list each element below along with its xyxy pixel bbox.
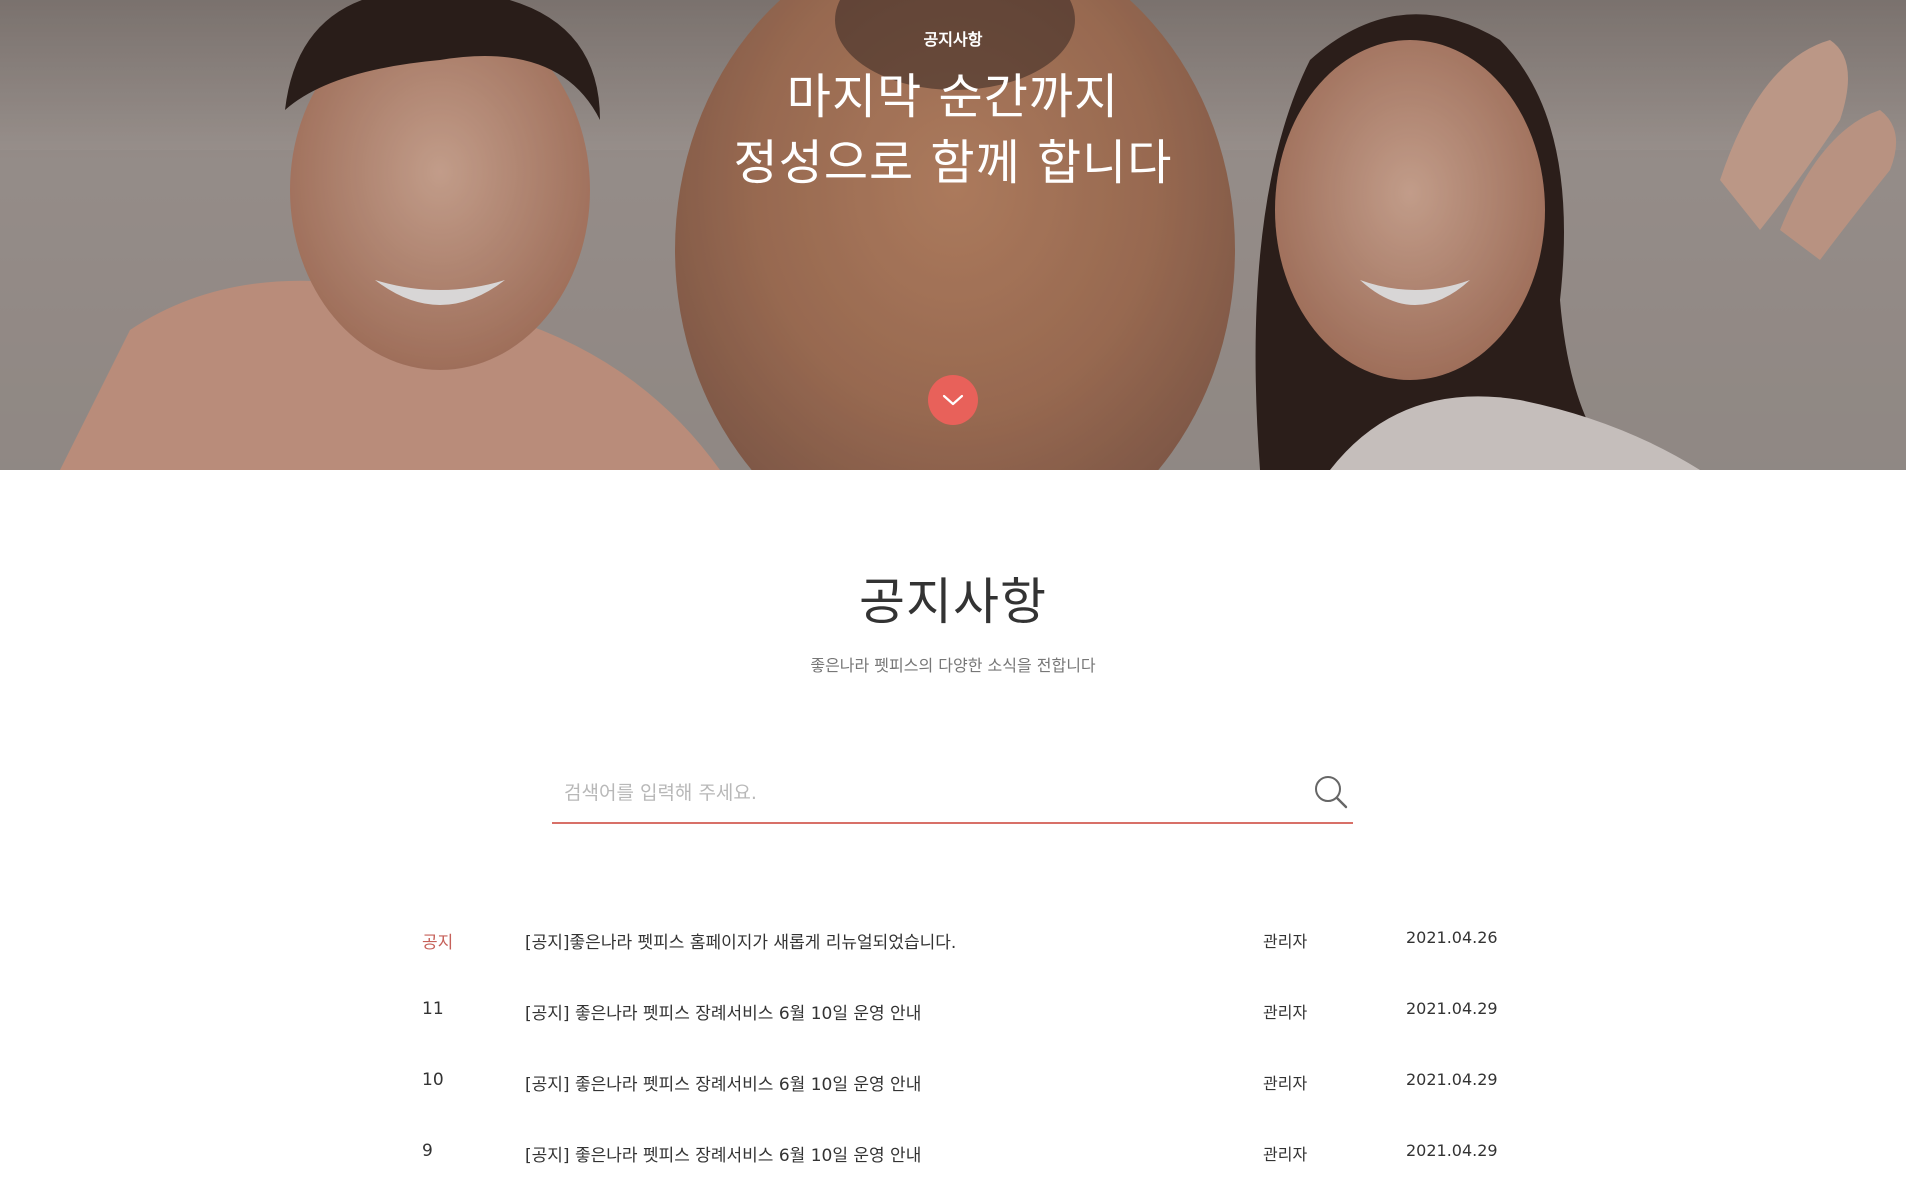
hero-eyebrow: 공지사항 xyxy=(923,30,983,49)
notice-author: 관리자 xyxy=(1263,1074,1308,1093)
notice-number: 9 xyxy=(422,1141,433,1161)
page-title: 공지사항 xyxy=(859,573,1047,631)
notice-row[interactable]: 10 [공지] 좋은나라 펫피스 장례서비스 6월 10일 운영 안내 관리자 … xyxy=(422,1046,1498,1117)
notice-author: 관리자 xyxy=(1263,1003,1308,1022)
notice-author: 관리자 xyxy=(1263,1145,1308,1164)
scroll-down-button[interactable] xyxy=(928,375,978,425)
search-input[interactable] xyxy=(552,765,1292,821)
notice-list: 공지 [공지]좋은나라 펫피스 홈페이지가 새롭게 리뉴얼되었습니다. 관리자 … xyxy=(422,904,1498,1188)
hero-title: 마지막 순간까지 정성으로 함께 합니다 xyxy=(0,64,1906,196)
notice-row[interactable]: 11 [공지] 좋은나라 펫피스 장례서비스 6월 10일 운영 안내 관리자 … xyxy=(422,975,1498,1046)
notice-date: 2021.04.29 xyxy=(1406,1141,1498,1160)
notice-title-link[interactable]: [공지]좋은나라 펫피스 홈페이지가 새롭게 리뉴얼되었습니다. xyxy=(525,928,1225,953)
notice-row[interactable]: 9 [공지] 좋은나라 펫피스 장례서비스 6월 10일 운영 안내 관리자 2… xyxy=(422,1117,1498,1188)
chevron-down-icon xyxy=(942,394,964,406)
notice-title-link[interactable]: [공지] 좋은나라 펫피스 장례서비스 6월 10일 운영 안내 xyxy=(525,1070,1225,1095)
hero-banner: 공지사항 마지막 순간까지 정성으로 함께 합니다 xyxy=(0,0,1906,470)
notice-badge: 공지 xyxy=(422,933,454,953)
notice-author: 관리자 xyxy=(1263,932,1308,951)
notice-title-link[interactable]: [공지] 좋은나라 펫피스 장례서비스 6월 10일 운영 안내 xyxy=(525,999,1225,1024)
notice-date: 2021.04.29 xyxy=(1406,999,1498,1018)
notice-number: 11 xyxy=(422,999,444,1019)
hero-title-line-1: 마지막 순간까지 xyxy=(786,69,1120,125)
notice-number: 10 xyxy=(422,1070,444,1090)
notice-date: 2021.04.29 xyxy=(1406,1070,1498,1089)
search-icon xyxy=(1315,775,1348,808)
page-subtitle: 좋은나라 펫피스의 다양한 소식을 전합니다 xyxy=(810,656,1096,675)
search-bar xyxy=(552,765,1353,824)
hero-title-line-2: 정성으로 함께 합니다 xyxy=(733,135,1173,191)
notice-row[interactable]: 공지 [공지]좋은나라 펫피스 홈페이지가 새롭게 리뉴얼되었습니다. 관리자 … xyxy=(422,904,1498,975)
search-button[interactable] xyxy=(1309,771,1353,815)
notice-date: 2021.04.26 xyxy=(1406,928,1498,947)
notice-title-link[interactable]: [공지] 좋은나라 펫피스 장례서비스 6월 10일 운영 안내 xyxy=(525,1141,1225,1166)
